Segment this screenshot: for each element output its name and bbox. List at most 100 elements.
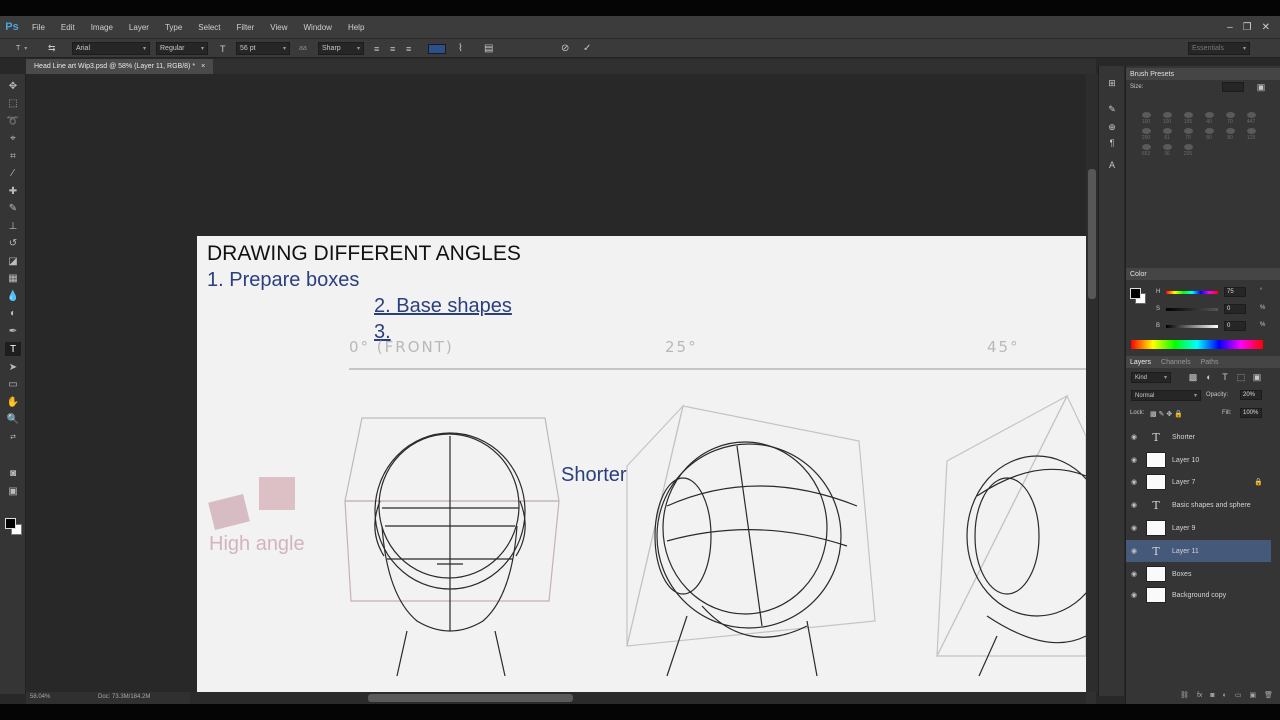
menu-type[interactable]: Type	[157, 23, 190, 32]
font-family-select[interactable]: Arial ▾	[72, 42, 150, 55]
layer-kind-filter[interactable]: Kind ▾	[1131, 372, 1171, 383]
brush-preset[interactable]: 129	[1241, 128, 1261, 141]
history-brush-tool-icon[interactable]: ↺	[5, 236, 21, 250]
tab-layers[interactable]: Layers	[1130, 359, 1151, 366]
layer-row-basic-shapes[interactable]: ◉ T Basic shapes and sphere	[1126, 494, 1271, 516]
brush-panel-icon[interactable]: ✎	[1105, 102, 1119, 116]
menu-help[interactable]: Help	[340, 23, 372, 32]
menu-filter[interactable]: Filter	[229, 23, 263, 32]
brush-preset[interactable]: 80	[1220, 128, 1240, 141]
hue-input[interactable]: 75	[1224, 287, 1246, 297]
new-preset-icon[interactable]: ▣	[1254, 80, 1268, 94]
tab-paths[interactable]: Paths	[1201, 359, 1219, 366]
step-base-shapes[interactable]: 2. Base shapes	[374, 295, 512, 318]
close-icon[interactable]: ✕	[1262, 22, 1270, 33]
hand-tool-icon[interactable]: ✋	[5, 395, 21, 409]
menu-layer[interactable]: Layer	[121, 23, 157, 32]
quick-selection-tool-icon[interactable]: ⌖	[5, 131, 21, 145]
font-style-select[interactable]: Regular ▾	[156, 42, 208, 55]
brush-preset[interactable]: 40	[1199, 112, 1219, 125]
brush-preset[interactable]: 80	[1199, 128, 1219, 141]
restore-icon[interactable]: ❐	[1243, 22, 1252, 33]
menu-window[interactable]: Window	[296, 23, 340, 32]
shape-tool-icon[interactable]: ▭	[5, 377, 21, 391]
brush-preset[interactable]: 70	[1178, 128, 1198, 141]
workspace-select[interactable]: Essentials ▾	[1188, 42, 1250, 55]
minimize-icon[interactable]: –	[1227, 22, 1233, 33]
paragraph-panel-icon[interactable]: ¶	[1105, 136, 1119, 150]
menu-file[interactable]: File	[24, 23, 53, 32]
font-size-select[interactable]: 56 pt ▾	[236, 42, 290, 55]
shape-filter-icon[interactable]: ⬚	[1234, 370, 1248, 384]
quick-mask-icon[interactable]: ◙	[5, 466, 21, 480]
saturation-input[interactable]: 0	[1224, 304, 1246, 314]
healing-brush-tool-icon[interactable]: ✚	[5, 184, 21, 198]
smart-object-filter-icon[interactable]: ▣	[1250, 370, 1264, 384]
document-canvas[interactable]: DRAWING DIFFERENT ANGLES 1. Prepare boxe…	[197, 236, 1086, 692]
brush-preset[interactable]: 81	[1157, 128, 1177, 141]
horizontal-scroll-thumb[interactable]	[368, 694, 573, 702]
zoom-level[interactable]: 58.04%	[30, 694, 50, 700]
commit-edit-icon[interactable]: ✓	[583, 42, 591, 55]
swap-colors-icon[interactable]: ⇄	[5, 430, 21, 444]
delete-layer-icon[interactable]: 🗑	[1264, 691, 1273, 699]
brush-preset[interactable]: 653	[1136, 144, 1156, 157]
clone-source-icon[interactable]: ⊕	[1105, 120, 1119, 134]
eye-icon[interactable]: ◉	[1126, 501, 1142, 509]
menu-select[interactable]: Select	[190, 23, 228, 32]
layer-row-background-copy[interactable]: ◉ Background copy	[1126, 584, 1271, 606]
eraser-tool-icon[interactable]: ◪	[5, 254, 21, 268]
pixel-filter-icon[interactable]: ▩	[1186, 370, 1200, 384]
menu-image[interactable]: Image	[83, 23, 121, 32]
layer-mask-icon[interactable]: ◙	[1210, 692, 1214, 699]
layer-style-icon[interactable]: fx	[1197, 692, 1202, 699]
warp-text-icon[interactable]: ⌇	[458, 42, 463, 55]
eye-icon[interactable]: ◉	[1126, 433, 1142, 441]
layer-row-layer-7[interactable]: ◉ Layer 7 🔒	[1126, 471, 1271, 493]
type-tool-icon[interactable]: T	[5, 342, 21, 356]
close-tab-icon[interactable]: ×	[201, 63, 205, 70]
toggle-orientation-icon[interactable]: ⇆	[48, 42, 56, 55]
blur-tool-icon[interactable]: 💧	[5, 289, 21, 303]
opacity-input[interactable]: 20%	[1240, 390, 1262, 400]
marquee-tool-icon[interactable]: ⬚	[5, 96, 21, 110]
eye-icon[interactable]: ◉	[1126, 478, 1142, 486]
type-filter-icon[interactable]: T	[1218, 370, 1232, 384]
clone-stamp-tool-icon[interactable]: ⊥	[5, 219, 21, 233]
brush-preset[interactable]: 200	[1136, 128, 1156, 141]
move-tool-icon[interactable]: ✥	[5, 79, 21, 93]
color-foreground-swatch[interactable]	[1130, 288, 1141, 299]
brush-preset[interactable]: 70	[1220, 112, 1240, 125]
new-group-icon[interactable]: ▭	[1235, 691, 1242, 699]
align-center-icon[interactable]: ≡	[390, 42, 395, 55]
brush-tool-icon[interactable]: ✎	[5, 201, 21, 215]
adjustment-layer-icon[interactable]: ◐	[1223, 692, 1227, 699]
cancel-edit-icon[interactable]: ⊘	[561, 42, 569, 55]
brightness-input[interactable]: 0	[1224, 321, 1246, 331]
saturation-slider[interactable]	[1166, 308, 1218, 311]
brush-preset[interactable]: 155	[1178, 112, 1198, 125]
align-right-icon[interactable]: ≡	[406, 42, 411, 55]
canvas-area[interactable]: DRAWING DIFFERENT ANGLES 1. Prepare boxe…	[26, 74, 1086, 692]
tab-channels[interactable]: Channels	[1161, 359, 1191, 366]
align-left-icon[interactable]: ≡	[374, 42, 379, 55]
vertical-scroll-thumb[interactable]	[1088, 169, 1096, 299]
menu-edit[interactable]: Edit	[53, 23, 83, 32]
brush-preset[interactable]: 235	[1178, 144, 1198, 157]
pen-tool-icon[interactable]: ✒	[5, 324, 21, 338]
crop-tool-icon[interactable]: ⌗	[5, 149, 21, 163]
layer-row-shorter[interactable]: ◉ T Shorter	[1126, 426, 1271, 448]
character-panel-icon[interactable]: A	[1105, 158, 1119, 172]
blend-mode-select[interactable]: Normal ▾	[1131, 390, 1201, 401]
layer-row-layer-9[interactable]: ◉ Layer 9	[1126, 517, 1271, 539]
gradient-tool-icon[interactable]: ▦	[5, 271, 21, 285]
foreground-color-swatch[interactable]	[5, 518, 16, 529]
brush-preset[interactable]: 100	[1157, 112, 1177, 125]
eyedropper-tool-icon[interactable]: ⁄	[5, 166, 21, 180]
layer-row-boxes[interactable]: ◉ Boxes	[1126, 563, 1271, 585]
text-color-swatch[interactable]	[428, 42, 446, 55]
document-tab[interactable]: Head Line art Wip3.psd @ 58% (Layer 11, …	[26, 59, 214, 74]
type-tool-preset-icon[interactable]: T ▾	[16, 42, 27, 55]
brightness-slider[interactable]	[1166, 325, 1218, 328]
menu-view[interactable]: View	[262, 23, 295, 32]
